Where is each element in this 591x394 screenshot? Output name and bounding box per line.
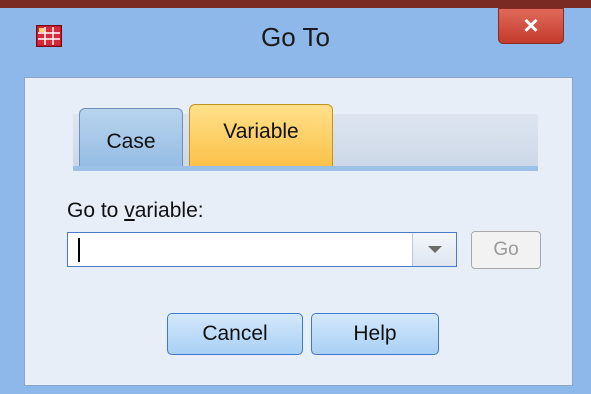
label-suffix: ariable: bbox=[134, 199, 204, 222]
text-caret bbox=[78, 238, 80, 262]
variable-combobox[interactable] bbox=[67, 232, 457, 267]
go-button[interactable]: Go bbox=[471, 231, 541, 269]
label-prefix: Go to bbox=[67, 199, 125, 222]
label-accelerator: v bbox=[124, 199, 135, 222]
dialog-body: Case Variable Go to variable: Go Cancel … bbox=[24, 77, 573, 386]
title-bar[interactable]: Go To × bbox=[0, 8, 591, 70]
help-button[interactable]: Help bbox=[311, 313, 439, 355]
tab-underline bbox=[73, 166, 538, 171]
tab-variable[interactable]: Variable bbox=[189, 104, 333, 166]
cancel-button[interactable]: Cancel bbox=[167, 313, 303, 355]
tab-case[interactable]: Case bbox=[79, 108, 183, 166]
dropdown-button[interactable] bbox=[412, 233, 456, 266]
go-to-dialog: Go To × Case Variable Go to variable: Go… bbox=[0, 8, 591, 394]
top-edge-strip bbox=[0, 0, 591, 8]
close-button[interactable]: × bbox=[498, 8, 564, 44]
go-to-variable-label: Go to variable: bbox=[67, 199, 204, 223]
chevron-down-icon bbox=[428, 246, 442, 253]
